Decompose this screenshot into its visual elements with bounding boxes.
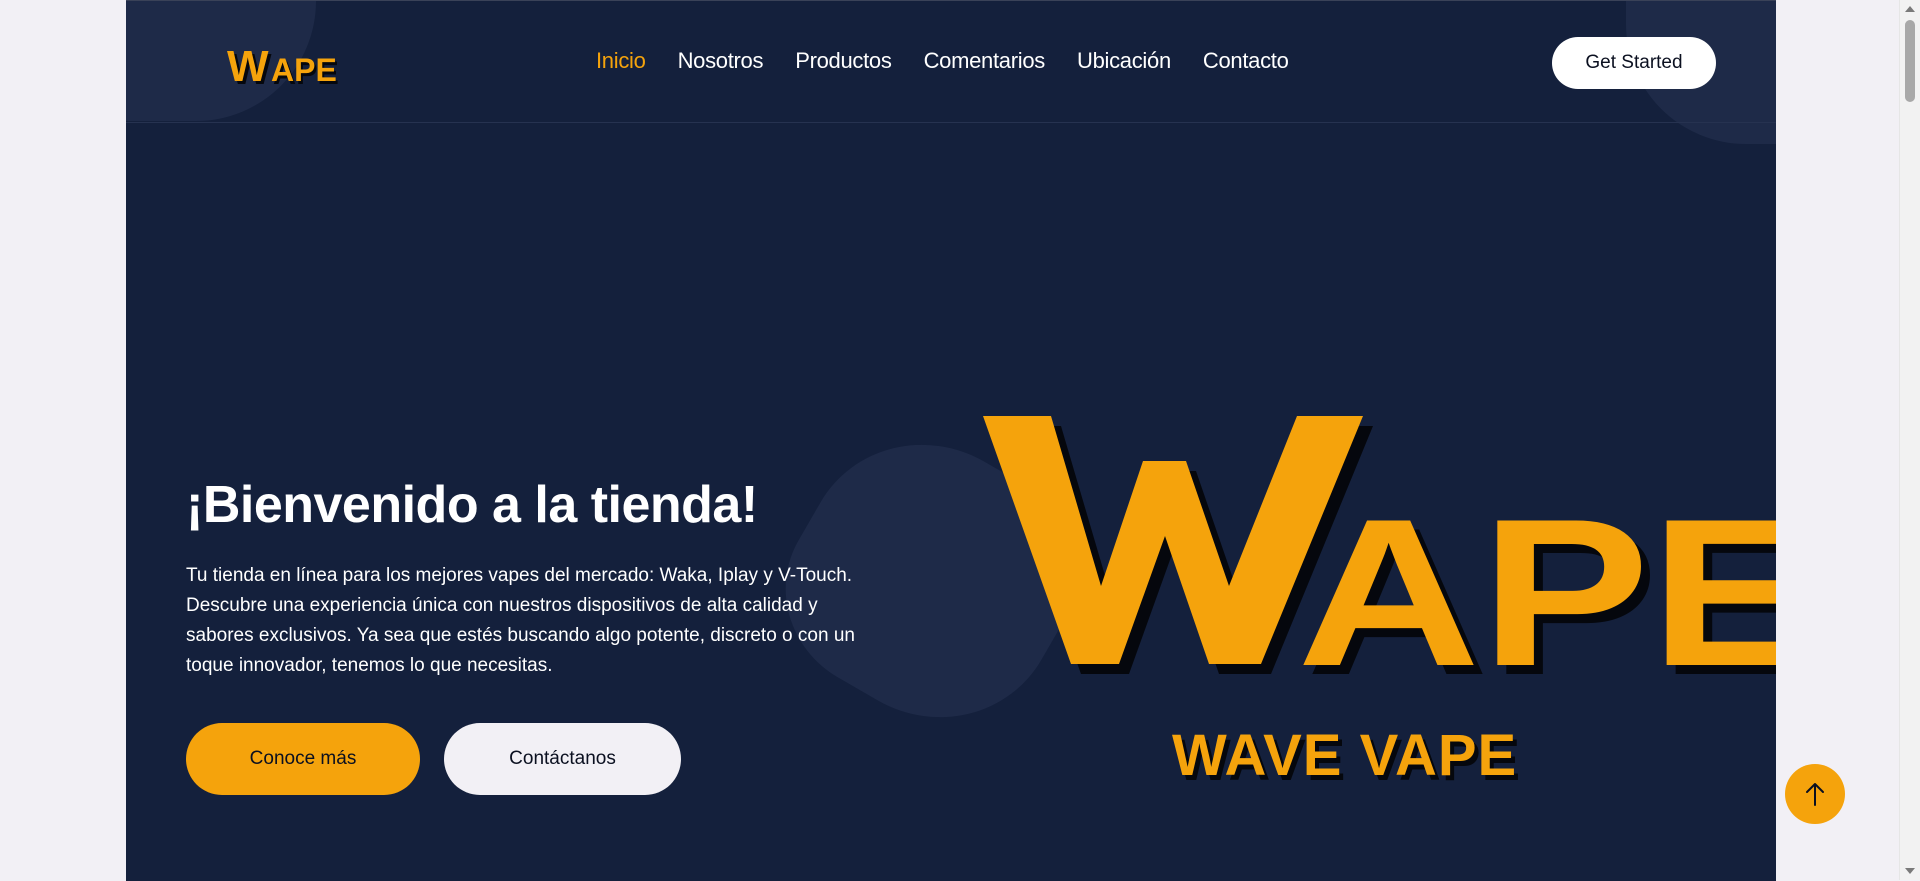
scroll-to-top-button[interactable] — [1785, 764, 1845, 824]
nav-item-contacto[interactable]: Contacto — [1203, 45, 1289, 77]
learn-more-button[interactable]: Conoce más — [186, 723, 420, 795]
scroll-down-arrow-icon[interactable] — [1905, 868, 1915, 874]
nav-item-inicio[interactable]: Inicio — [596, 45, 646, 77]
hero-logo-image: APE APE — [983, 416, 1776, 676]
svg-text:W: W — [227, 42, 269, 89]
svg-text:APE: APE — [271, 52, 337, 88]
logo[interactable]: W W APE APE — [227, 41, 373, 89]
hero-description-line: Tu tienda en línea para los mejores vape… — [186, 565, 853, 586]
brand-tagline: WAVE VAPE — [1172, 723, 1518, 788]
svg-text:APE: APE — [1297, 475, 1776, 676]
page-scrollbar[interactable] — [1899, 0, 1920, 880]
hero-description-line: Descubre una experiencia única con nuest… — [186, 595, 818, 616]
scroll-up-arrow-icon[interactable] — [1905, 6, 1915, 12]
hero-description: Tu tienda en línea para los mejores vape… — [186, 561, 906, 681]
hero-description-line: sabores exclusivos. Ya sea que estés bus… — [186, 625, 855, 646]
main-nav: Inicio Nosotros Productos Comentarios Ub… — [596, 45, 1321, 77]
page-container: W W APE APE Inicio Nosotros Productos Co… — [126, 0, 1776, 881]
nav-item-productos[interactable]: Productos — [795, 45, 892, 77]
nav-item-ubicacion[interactable]: Ubicación — [1077, 45, 1171, 77]
hero-description-line: toque innovador, tenemos lo que necesita… — [186, 655, 553, 676]
site-header: W W APE APE Inicio Nosotros Productos Co… — [126, 1, 1776, 123]
contact-us-button[interactable]: Contáctanos — [444, 723, 681, 795]
nav-item-nosotros[interactable]: Nosotros — [678, 45, 764, 77]
nav-item-comentarios[interactable]: Comentarios — [924, 45, 1046, 77]
hero-title: ¡Bienvenido a la tienda! — [186, 476, 758, 534]
get-started-button[interactable]: Get Started — [1552, 37, 1716, 89]
scrollbar-thumb[interactable] — [1905, 20, 1915, 102]
arrow-up-icon — [1806, 783, 1824, 806]
